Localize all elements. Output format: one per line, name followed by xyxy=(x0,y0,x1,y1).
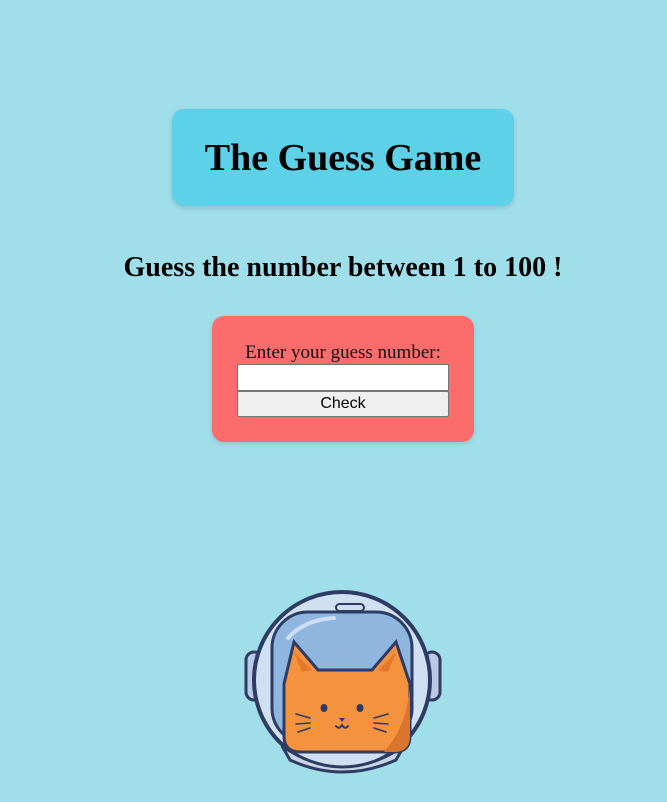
guess-number-input[interactable] xyxy=(237,364,449,391)
cat-astronaut-icon xyxy=(244,590,442,774)
guess-prompt-label: Enter your guess number: xyxy=(245,342,441,363)
guess-form: Enter your guess number: Check xyxy=(212,316,474,442)
title-box: The Guess Game xyxy=(172,109,514,206)
check-button[interactable]: Check xyxy=(237,391,449,417)
instructions-text: Guess the number between 1 to 100 ! xyxy=(123,252,563,283)
page-title: The Guess Game xyxy=(204,136,482,179)
game-page: The Guess Game Guess the number between … xyxy=(0,0,667,802)
